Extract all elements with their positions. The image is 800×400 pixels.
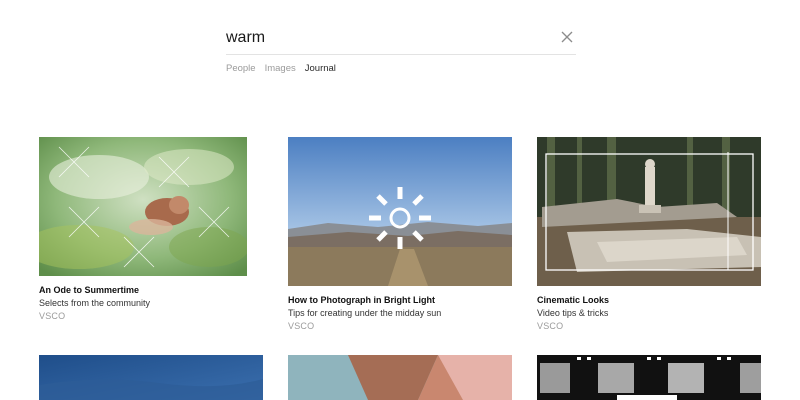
tab-journal[interactable]: Journal — [305, 63, 336, 74]
card-title[interactable]: How to Photograph in Bright Light — [288, 295, 512, 305]
close-icon — [561, 31, 573, 43]
journal-card-summertime[interactable]: An Ode to Summertime Selects from the co… — [39, 137, 247, 321]
card-image-summertime — [39, 137, 247, 276]
card-source: VSCO — [288, 321, 315, 331]
journal-card-row2-2[interactable] — [288, 355, 512, 400]
journal-card-cinematic[interactable]: Cinematic Looks Video tips & tricks VSCO — [537, 137, 761, 331]
tab-people[interactable]: People — [226, 63, 256, 74]
journal-card-row2-3[interactable] — [537, 355, 761, 400]
journal-card-row2-1[interactable] — [39, 355, 263, 400]
clear-search-button[interactable] — [558, 28, 576, 46]
card-title[interactable]: An Ode to Summertime — [39, 285, 247, 295]
card-title[interactable]: Cinematic Looks — [537, 295, 761, 305]
card-image-row2-2 — [288, 355, 512, 400]
card-image-row2-3 — [537, 355, 761, 400]
search-bar — [226, 22, 576, 55]
card-subtitle: Video tips & tricks — [537, 308, 609, 318]
search-tabs: People Images Journal — [226, 63, 336, 74]
card-image-cinematic — [537, 137, 761, 286]
journal-card-bright-light[interactable]: How to Photograph in Bright Light Tips f… — [288, 137, 512, 331]
card-subtitle: Tips for creating under the midday sun — [288, 308, 442, 318]
card-subtitle: Selects from the community — [39, 298, 151, 308]
card-image-row2-1 — [39, 355, 263, 400]
card-source: VSCO — [537, 321, 564, 331]
card-source: VSCO — [39, 311, 66, 321]
tab-images[interactable]: Images — [265, 63, 296, 74]
search-input[interactable] — [226, 27, 546, 49]
card-image-bright-light — [288, 137, 512, 286]
